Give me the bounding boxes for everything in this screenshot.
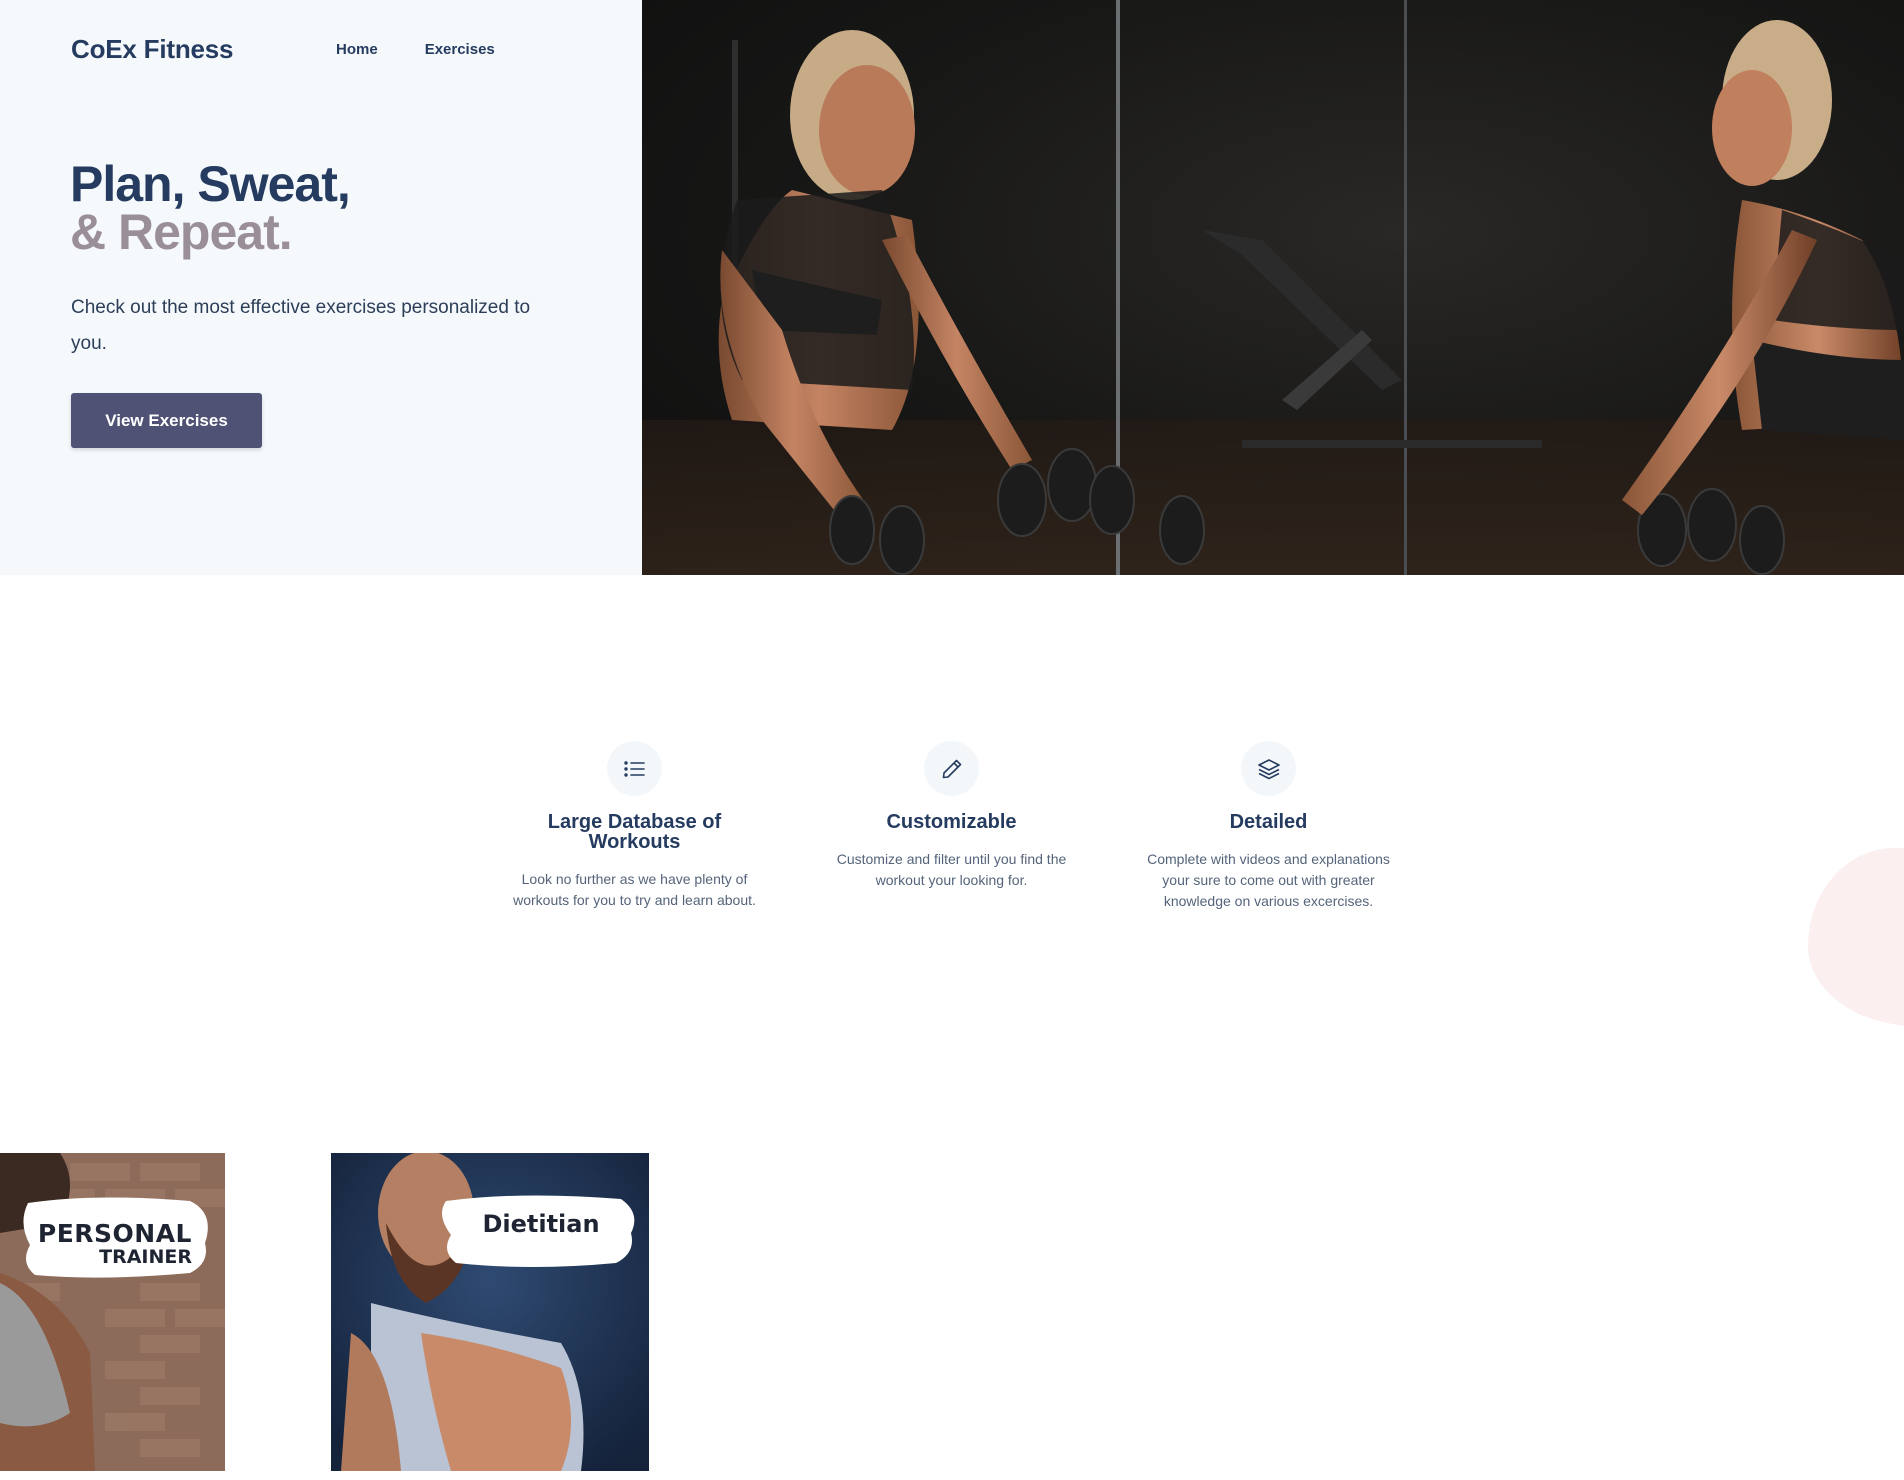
feature-text: Complete with videos and explanations yo… <box>1147 851 1390 909</box>
hero-image <box>642 0 1904 575</box>
decorative-blob <box>1808 848 1904 1026</box>
card-label-line-1: Dietitian <box>482 1210 600 1238</box>
feature-database: Large Database of Workouts Look no furth… <box>508 741 761 911</box>
hero-subtitle: Check out the most effective exercises p… <box>71 297 531 354</box>
card-label-line-2: TRAINER <box>99 1246 192 1268</box>
layers-icon <box>1241 741 1296 796</box>
view-exercises-button[interactable]: View Exercises <box>71 393 262 448</box>
feature-title: Large Database of Workouts <box>547 811 722 853</box>
feature-customizable: Customizable Customize and filter until … <box>825 741 1078 891</box>
nav-link-home[interactable]: Home <box>336 41 378 58</box>
card-personal-trainer[interactable]: PERSONAL TRAINER <box>0 1153 225 1471</box>
headline-line-1: Plan, Sweat, <box>70 156 351 212</box>
list-icon <box>607 741 662 796</box>
hero-headline: Plan, Sweat, & Repeat. <box>70 156 351 260</box>
headline-line-2: & Repeat. <box>70 204 293 260</box>
feature-title: Detailed <box>1229 811 1308 833</box>
feature-title: Customizable <box>886 811 1017 833</box>
landing-page: CoEx Fitness Home Exercises Plan, Sweat,… <box>0 0 1904 1480</box>
main-nav: Home Exercises <box>336 41 495 58</box>
card-label-line-1: PERSONAL <box>37 1219 192 1248</box>
brand-logo[interactable]: CoEx Fitness <box>71 34 234 65</box>
feature-text: Look no further as we have plenty of wor… <box>513 871 756 908</box>
card-dietitian[interactable]: Dietitian <box>331 1153 649 1471</box>
nav-link-exercises[interactable]: Exercises <box>425 41 495 58</box>
pencil-icon <box>924 741 979 796</box>
hero-section: CoEx Fitness Home Exercises Plan, Sweat,… <box>0 0 642 575</box>
feature-text: Customize and filter until you find the … <box>836 851 1067 888</box>
feature-detailed: Detailed Complete with videos and explan… <box>1142 741 1395 912</box>
